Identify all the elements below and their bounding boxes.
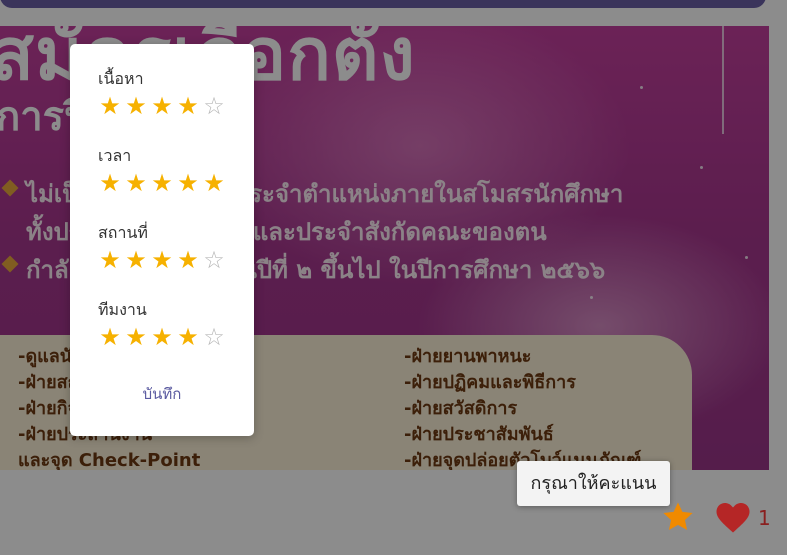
star-empty-icon[interactable]: ☆ — [202, 94, 226, 118]
star-filled-icon[interactable]: ★ — [124, 171, 148, 195]
rating-group-venue: สถานที่ ★ ★ ★ ★ ☆ — [98, 222, 226, 272]
star-rating[interactable]: ★ ★ ★ ★ ☆ — [98, 94, 226, 118]
star-empty-icon[interactable]: ☆ — [202, 248, 226, 272]
rating-label: สถานที่ — [98, 223, 148, 242]
star-filled-icon[interactable]: ★ — [150, 171, 174, 195]
star-filled-icon[interactable]: ★ — [176, 94, 200, 118]
star-rating[interactable]: ★ ★ ★ ★ ★ — [98, 171, 226, 195]
star-filled-icon[interactable]: ★ — [150, 248, 174, 272]
star-filled-icon[interactable]: ★ — [150, 325, 174, 349]
star-filled-icon[interactable]: ★ — [150, 94, 174, 118]
star-filled-icon[interactable]: ★ — [98, 248, 122, 272]
star-rating[interactable]: ★ ★ ★ ★ ☆ — [98, 248, 226, 272]
rating-group-time: เวลา ★ ★ ★ ★ ★ — [98, 145, 226, 195]
star-filled-icon[interactable]: ★ — [176, 248, 200, 272]
star-filled-icon[interactable]: ★ — [98, 171, 122, 195]
star-icon — [663, 502, 693, 531]
star-filled-icon[interactable]: ★ — [98, 94, 122, 118]
tooltip: กรุณาให้คะแนน — [517, 461, 670, 506]
save-button[interactable]: บันทึก — [70, 382, 254, 406]
like-button[interactable] — [714, 500, 752, 536]
star-filled-icon[interactable]: ★ — [176, 325, 200, 349]
star-filled-icon[interactable]: ★ — [124, 94, 148, 118]
rating-label: ทีมงาน — [98, 300, 147, 319]
rating-popup: เนื้อหา ★ ★ ★ ★ ☆ เวลา ★ ★ ★ ★ ★ สถานที่ ★ ★ ★ ★ ☆ ท… — [70, 44, 254, 436]
star-filled-icon[interactable]: ★ — [176, 171, 200, 195]
rating-group-team: ทีมงาน ★ ★ ★ ★ ☆ — [98, 299, 226, 349]
star-empty-icon[interactable]: ☆ — [202, 325, 226, 349]
rating-label: เนื้อหา — [98, 69, 144, 88]
rate-button[interactable] — [661, 500, 695, 534]
star-filled-icon[interactable]: ★ — [124, 325, 148, 349]
like-count: 1 — [758, 506, 771, 530]
heart-icon — [716, 503, 750, 533]
star-filled-icon[interactable]: ★ — [98, 325, 122, 349]
star-rating[interactable]: ★ ★ ★ ★ ☆ — [98, 325, 226, 349]
star-filled-icon[interactable]: ★ — [202, 171, 226, 195]
rating-label: เวลา — [98, 146, 132, 165]
rating-group-content: เนื้อหา ★ ★ ★ ★ ☆ — [98, 68, 226, 118]
star-filled-icon[interactable]: ★ — [124, 248, 148, 272]
